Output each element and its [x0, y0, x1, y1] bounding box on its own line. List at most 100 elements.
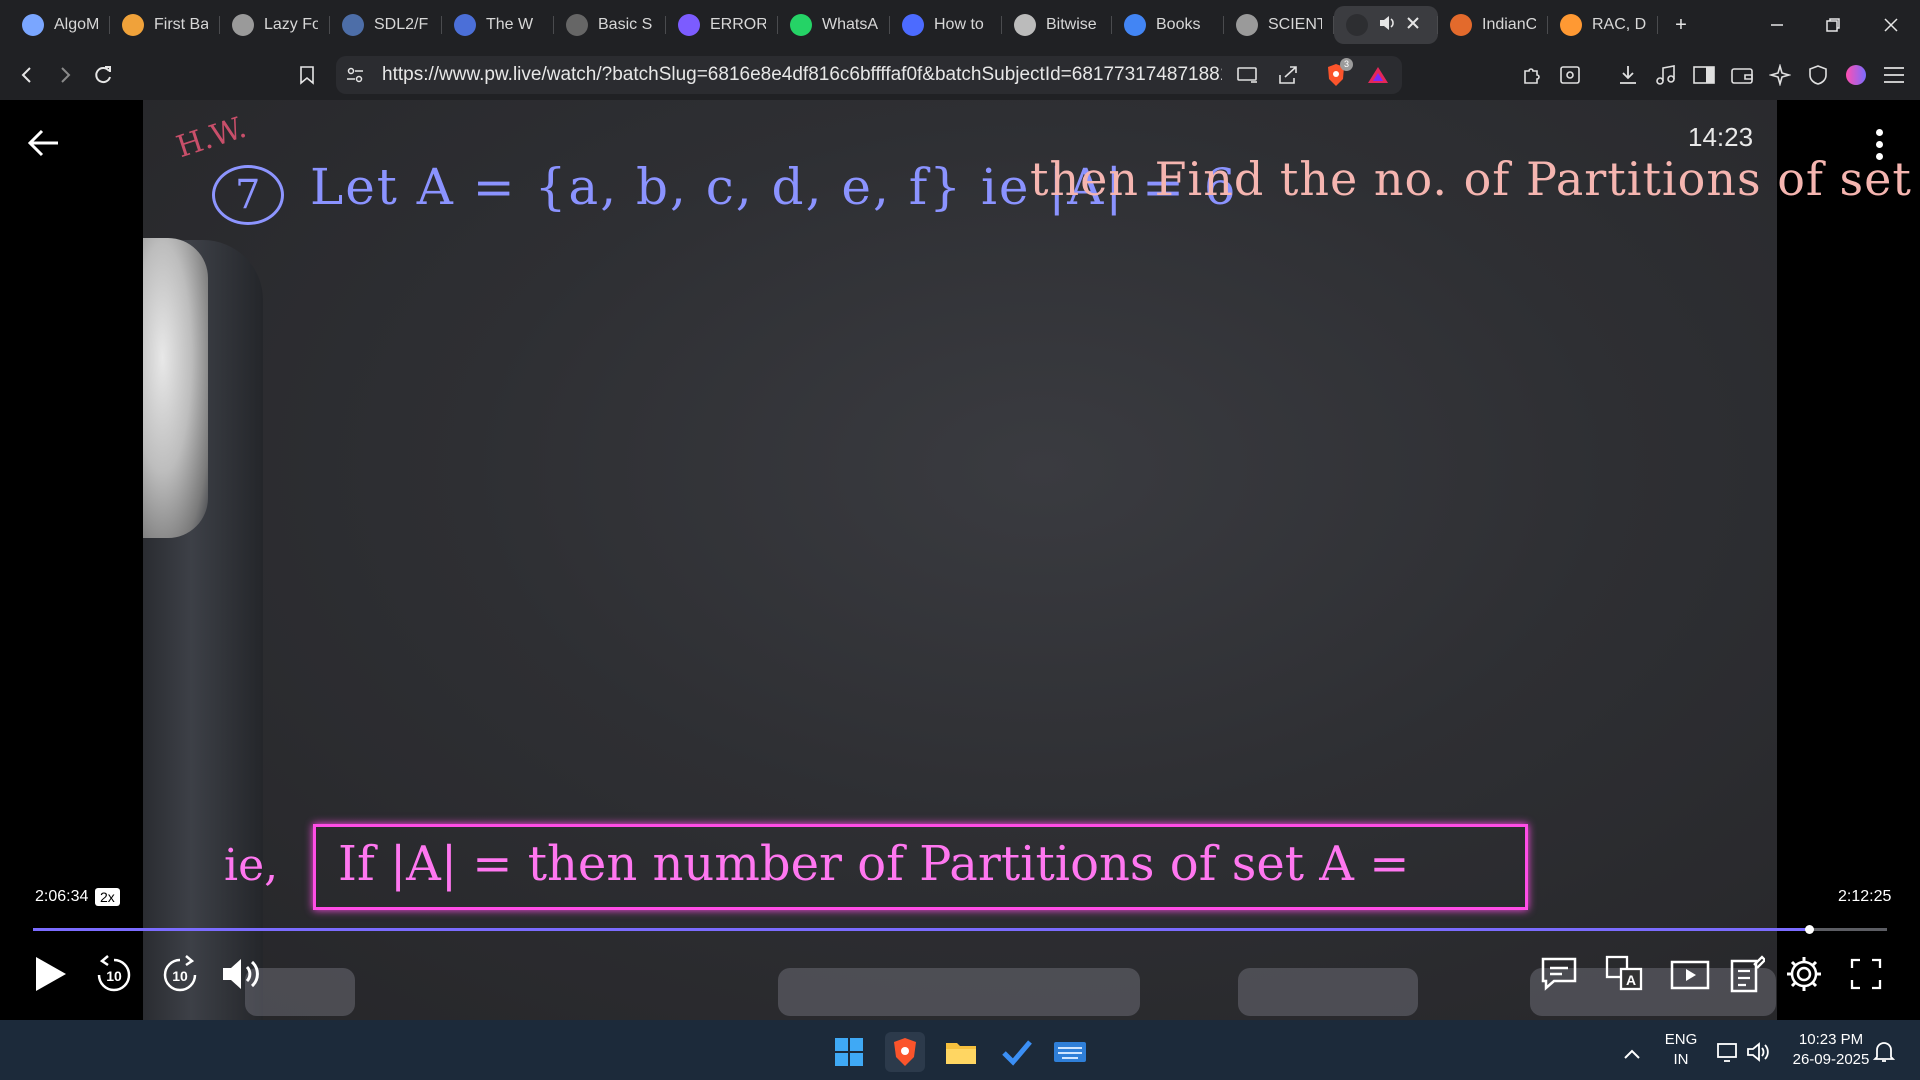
leo-ai-button[interactable] — [1766, 61, 1794, 89]
close-window-button[interactable] — [1868, 6, 1914, 44]
media-button[interactable] — [1652, 61, 1680, 89]
browser-tab[interactable]: Books — [1112, 6, 1224, 44]
forward-button-10[interactable]: 10 — [158, 952, 202, 996]
network-button[interactable] — [1714, 1038, 1742, 1066]
browser-tab[interactable]: First Ba — [110, 6, 220, 44]
board-tool-panel-right — [1238, 968, 1418, 1016]
browser-tab[interactable]: AlgoM — [10, 6, 110, 44]
browser-tab[interactable]: The W — [442, 6, 554, 44]
restore-button[interactable] — [1810, 6, 1856, 44]
rewind-button[interactable]: 10 — [92, 952, 136, 996]
taskbar-file-explorer[interactable] — [941, 1032, 981, 1072]
browser-tab[interactable]: SCIENT — [1224, 6, 1334, 44]
india-flag-icon — [1560, 14, 1582, 36]
notes-icon — [1730, 955, 1765, 993]
error-icon — [678, 14, 700, 36]
reload-button[interactable] — [88, 60, 118, 90]
wallet-button[interactable] — [1728, 61, 1756, 89]
notes-button[interactable] — [1725, 952, 1769, 996]
brave-shields-button[interactable]: 3 — [1322, 58, 1353, 89]
tab-title: IndianC — [1482, 16, 1536, 33]
settings-button[interactable] — [1782, 952, 1826, 996]
total-time: 2:12:25 — [1838, 888, 1892, 905]
tab-title: Lazy Fo — [264, 16, 318, 33]
teacher-hair — [143, 238, 208, 538]
tray-overflow-button[interactable] — [1618, 1040, 1646, 1068]
pw-icon — [1346, 14, 1368, 36]
volume-button[interactable] — [220, 952, 264, 996]
cast-button[interactable] — [1234, 61, 1262, 89]
url-text[interactable]: https://www.pw.live/watch/?batchSlug=681… — [382, 64, 1222, 86]
reload-icon — [95, 66, 111, 84]
leo-button[interactable] — [1556, 61, 1584, 89]
profile-button[interactable] — [1842, 61, 1870, 89]
avatar-icon — [1846, 65, 1866, 85]
player-more-button[interactable] — [1865, 126, 1893, 166]
extensions-button[interactable] — [1518, 61, 1546, 89]
brave-rewards-button[interactable] — [1364, 61, 1392, 89]
keyboard-icon — [1054, 1042, 1086, 1062]
browser-tab[interactable]: WhatsA — [778, 6, 890, 44]
browser-tab[interactable]: SDL2/F — [330, 6, 442, 44]
seek-bar[interactable] — [33, 925, 1887, 934]
board-tool-panel-center — [778, 968, 1140, 1016]
globe-icon — [1236, 14, 1258, 36]
translate-letter-a: A — [1626, 972, 1636, 988]
language-indicator[interactable]: ENG IN — [1663, 1030, 1699, 1070]
play-icon — [36, 957, 66, 991]
sidebar-button[interactable] — [1690, 61, 1718, 89]
fullscreen-icon — [1850, 958, 1882, 990]
windows-logo-icon — [835, 1038, 863, 1066]
fullscreen-button[interactable] — [1844, 952, 1888, 996]
browser-tab[interactable]: RAC, D — [1548, 6, 1658, 44]
ladder-icon — [122, 14, 144, 36]
taskbar-keyboard[interactable] — [1050, 1032, 1090, 1072]
hamburger-icon — [1884, 67, 1904, 83]
cast-icon — [1237, 67, 1257, 83]
vpn-button[interactable] — [1804, 61, 1832, 89]
minimize-icon — [1771, 24, 1783, 26]
bookmark-button[interactable] — [292, 60, 322, 90]
taskbar-todo[interactable] — [997, 1032, 1037, 1072]
chat-button[interactable] — [1537, 952, 1581, 996]
browser-tab[interactable]: ERROR — [666, 6, 778, 44]
new-tab-plus: + — [1675, 13, 1687, 36]
brave-browser-icon — [894, 1038, 916, 1066]
new-tab-button[interactable]: + — [1658, 6, 1704, 44]
play-button[interactable] — [28, 952, 72, 996]
minimize-button[interactable] — [1754, 6, 1800, 44]
downloads-button[interactable] — [1614, 61, 1642, 89]
share-button[interactable] — [1274, 61, 1302, 89]
forward-label: 10 — [172, 968, 188, 984]
language-text: ENG — [1664, 1031, 1698, 1048]
back-button[interactable] — [12, 60, 42, 90]
browser-tab[interactable]: Basic S — [554, 6, 666, 44]
forward-button[interactable] — [50, 60, 80, 90]
notifications-button[interactable] — [1870, 1038, 1898, 1066]
speed-badge[interactable]: 2x — [95, 888, 120, 906]
tab-title: How to — [934, 16, 984, 33]
browser-tab[interactable]: How to — [890, 6, 1002, 44]
speaker-button[interactable] — [1744, 1038, 1772, 1066]
start-button[interactable] — [829, 1032, 869, 1072]
seek-handle[interactable] — [1805, 925, 1814, 934]
tab-close-icon[interactable] — [1406, 16, 1420, 35]
browser-tab[interactable]: Bitwise — [1002, 6, 1112, 44]
whatsapp-icon — [790, 14, 812, 36]
taskbar-brave[interactable] — [885, 1032, 925, 1072]
browser-tab[interactable] — [1334, 6, 1438, 44]
pip-button[interactable] — [1668, 952, 1712, 996]
site-info-button[interactable] — [340, 60, 370, 90]
share-icon — [1279, 66, 1297, 84]
brave-badge: 3 — [1340, 58, 1353, 71]
player-back-button[interactable] — [24, 124, 62, 162]
bookmark-blue-icon — [902, 14, 924, 36]
tab-audio-icon[interactable] — [1378, 15, 1396, 36]
w3-icon — [454, 14, 476, 36]
ie-label: ie, — [224, 840, 279, 891]
browser-tab[interactable]: Lazy Fo — [220, 6, 330, 44]
chat-icon — [1541, 957, 1577, 991]
browser-tab[interactable]: IndianC — [1438, 6, 1548, 44]
translate-button[interactable]: A — [1603, 952, 1647, 996]
menu-button[interactable] — [1880, 61, 1908, 89]
